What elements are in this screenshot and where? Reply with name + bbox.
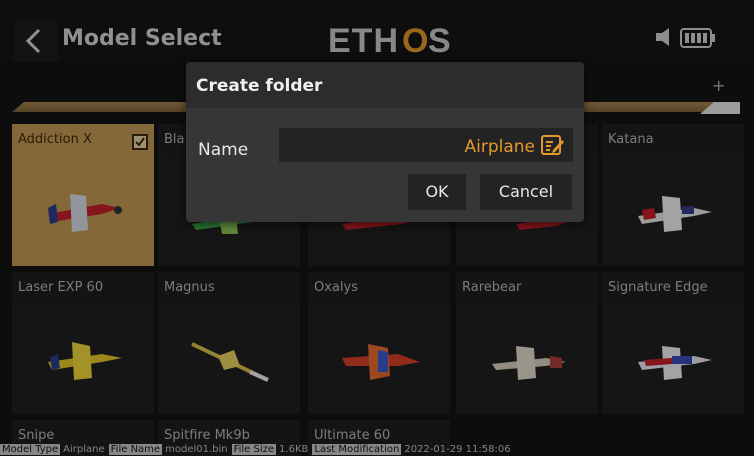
folder-name-value: Airplane [464,137,535,157]
name-label: Name [198,140,249,160]
folder-name-field[interactable]: Airplane [279,128,573,162]
dialog-title: Create folder [196,76,323,96]
ok-button[interactable]: OK [408,174,466,210]
create-folder-dialog: Create folder Name Airplane OK Cancel [186,62,584,222]
cancel-button[interactable]: Cancel [480,174,572,210]
dialog-header: Create folder [186,62,584,108]
edit-icon[interactable] [541,134,565,156]
